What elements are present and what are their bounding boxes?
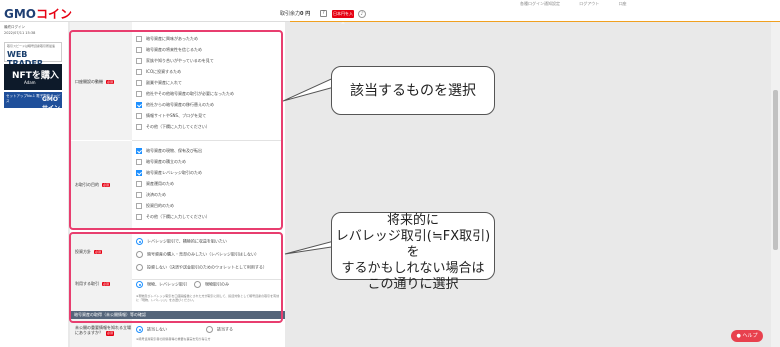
callout1-pointer [283, 75, 338, 102]
nft-banner[interactable]: NFTを購入 Adam [4, 64, 62, 90]
last-login-label: 最終ログイン [4, 25, 25, 29]
logo-accent-text: コイン [36, 7, 73, 21]
insider-note: ※暗号資産取引者の関係者等の重要な事実を知り得る方 [136, 337, 211, 341]
util-links: 各種ログイン通知設定 ログアウト 口座 [520, 1, 645, 7]
last-login-date: 2022/07/11 15:38 [4, 31, 36, 35]
webtrader-banner[interactable]: 取引スピードは暗号資産取引所最速 WEB TRADER [4, 42, 62, 68]
highlight-box-1 [69, 30, 283, 230]
gmo-sign-banner[interactable]: セットアップNo.1 電子契約サービス GMO サイン [4, 92, 62, 112]
chat-icon: ● [736, 333, 741, 339]
radio[interactable] [206, 326, 213, 333]
insider-option[interactable]: 該当しない [136, 326, 167, 333]
nft-banner-sub: Adam [24, 80, 36, 85]
util-link-notify[interactable]: 各種ログイン通知設定 [520, 1, 560, 6]
callout-leverage-advice: 将来的に レバレッジ取引(≒FX取引)を するかもしれない場合は この通りに選択 [331, 212, 495, 292]
deposit-button[interactable]: 日本円を入金 [332, 10, 354, 24]
util-link-account[interactable]: 口座 [619, 1, 627, 6]
callout2-line: レバレッジ取引(≒FX取引)を [335, 229, 491, 260]
bell-icon[interactable]: ♪ [358, 10, 366, 18]
header-accent-line [290, 21, 780, 22]
top-bar [0, 0, 780, 22]
radio-selected[interactable] [136, 326, 143, 333]
balance-label: 取引余力 [280, 11, 301, 17]
help-button[interactable]: ● ヘルプ [731, 330, 763, 342]
scrollbar-thumb[interactable] [773, 90, 778, 250]
info-icon[interactable]: ? [320, 10, 327, 17]
gmo-coin-logo[interactable]: GMOコイン [4, 5, 72, 22]
required-badge: 必須 [106, 330, 115, 336]
insider-label: 未公開の重要情報を知れる立場にありますか？ 必須 [75, 325, 131, 336]
logo-main-text: GMO [4, 7, 36, 21]
webtrader-banner-caption: 取引スピードは暗号資産取引所最速 [7, 44, 56, 48]
util-link-logout[interactable]: ログアウト [579, 1, 599, 6]
account-form: 口座開設の動機 必須 暗号資産に興味があったため 暗号資産の将来性を信じるため 家… [69, 22, 285, 347]
callout2-line: この通りに選択 [367, 277, 459, 292]
balance-value: 0 円 [300, 11, 311, 17]
highlight-box-2 [69, 232, 283, 323]
callout-pointers [283, 75, 338, 255]
callout-select-applicable: 該当するものを選択 [331, 66, 495, 115]
gmo-sign-banner-logo: GMO サイン [42, 96, 61, 112]
callout2-line: 将来的に [386, 213, 439, 228]
help-label: ヘルプ [742, 333, 758, 339]
callout2-line: するかもしれない場合は [341, 261, 485, 276]
insider-option[interactable]: 該当する [206, 326, 233, 333]
